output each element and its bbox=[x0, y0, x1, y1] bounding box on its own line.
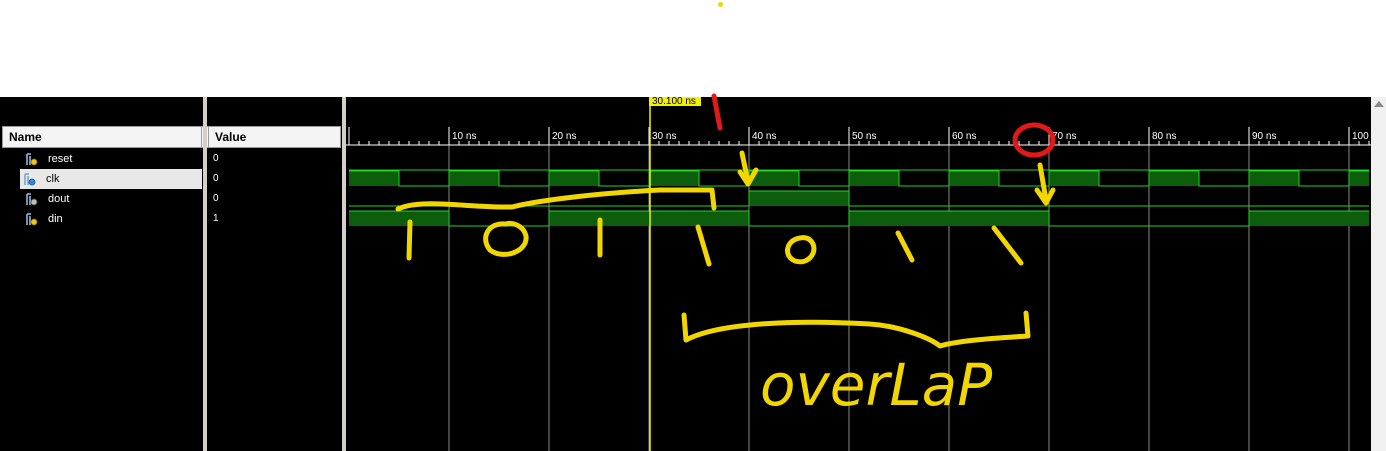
high-level-fill bbox=[749, 171, 799, 186]
tick-label: 50 ns bbox=[852, 131, 876, 142]
high-level-fill bbox=[849, 171, 899, 186]
high-level-fill bbox=[549, 171, 599, 186]
output-signal-icon bbox=[26, 193, 38, 206]
tick-label: 60 ns bbox=[952, 131, 976, 142]
time-grid bbox=[448, 145, 1350, 451]
signal-value-reset: 0 bbox=[213, 153, 219, 164]
value-column-header[interactable]: Value bbox=[208, 126, 341, 148]
high-level-fill bbox=[1349, 171, 1369, 186]
high-level-fill bbox=[649, 171, 699, 186]
high-level-fill bbox=[349, 211, 449, 226]
annotation-dot bbox=[718, 2, 723, 7]
signal-row-clk[interactable]: clk bbox=[20, 169, 202, 189]
bit-signal-icon bbox=[26, 153, 38, 166]
signal-traces bbox=[349, 169, 1369, 227]
high-level-fill bbox=[1249, 211, 1369, 226]
waveform-canvas[interactable]: 10 ns 20 ns 30 ns 40 ns 50 ns 60 ns 70 ns 80 ns… bbox=[346, 97, 1371, 451]
scroll-up-icon[interactable] bbox=[1374, 101, 1384, 107]
waveform-dout[interactable] bbox=[349, 190, 1369, 207]
high-level-fill bbox=[949, 171, 999, 186]
signal-name: clk bbox=[46, 173, 60, 185]
high-level-fill bbox=[549, 211, 749, 226]
tick-label: 30 ns bbox=[652, 131, 676, 142]
signal-row-din[interactable]: din bbox=[2, 209, 202, 229]
name-column-header[interactable]: Name bbox=[2, 126, 202, 148]
high-level-fill bbox=[1049, 171, 1099, 186]
high-level-fill bbox=[1249, 171, 1299, 186]
tick-label: 40 ns bbox=[752, 131, 776, 142]
signal-name: dout bbox=[48, 193, 70, 205]
tick-label: 10 ns bbox=[452, 131, 476, 142]
time-ruler[interactable]: 10 ns 20 ns 30 ns 40 ns 50 ns 60 ns 70 ns 80 ns… bbox=[346, 127, 1371, 146]
high-level-fill bbox=[449, 171, 499, 186]
pane-splitter[interactable] bbox=[203, 97, 207, 451]
clock-signal-icon bbox=[24, 173, 36, 186]
signal-name: reset bbox=[48, 153, 73, 165]
vertical-scrollbar[interactable] bbox=[1371, 97, 1386, 451]
tick-label: 70 ns bbox=[1052, 131, 1076, 142]
signal-row-dout[interactable]: dout bbox=[2, 189, 202, 209]
high-level-fill bbox=[1149, 171, 1199, 186]
tick-label: 90 ns bbox=[1252, 131, 1276, 142]
signal-name: din bbox=[48, 213, 63, 225]
tick-label: 100 ns bbox=[1352, 131, 1371, 142]
signal-value-clk: 0 bbox=[213, 173, 219, 184]
signal-value-dout: 0 bbox=[213, 193, 219, 204]
cursor-time-label: 30.100 ns bbox=[652, 97, 696, 107]
bit-signal-icon bbox=[26, 213, 38, 226]
tick-label: 80 ns bbox=[1152, 131, 1176, 142]
high-level-fill bbox=[349, 171, 399, 186]
high-level-fill bbox=[749, 191, 849, 206]
signal-row-reset[interactable]: reset bbox=[2, 149, 202, 169]
signal-value-din: 1 bbox=[213, 213, 219, 224]
tick-label: 20 ns bbox=[552, 131, 576, 142]
high-level-fill bbox=[849, 211, 1049, 226]
